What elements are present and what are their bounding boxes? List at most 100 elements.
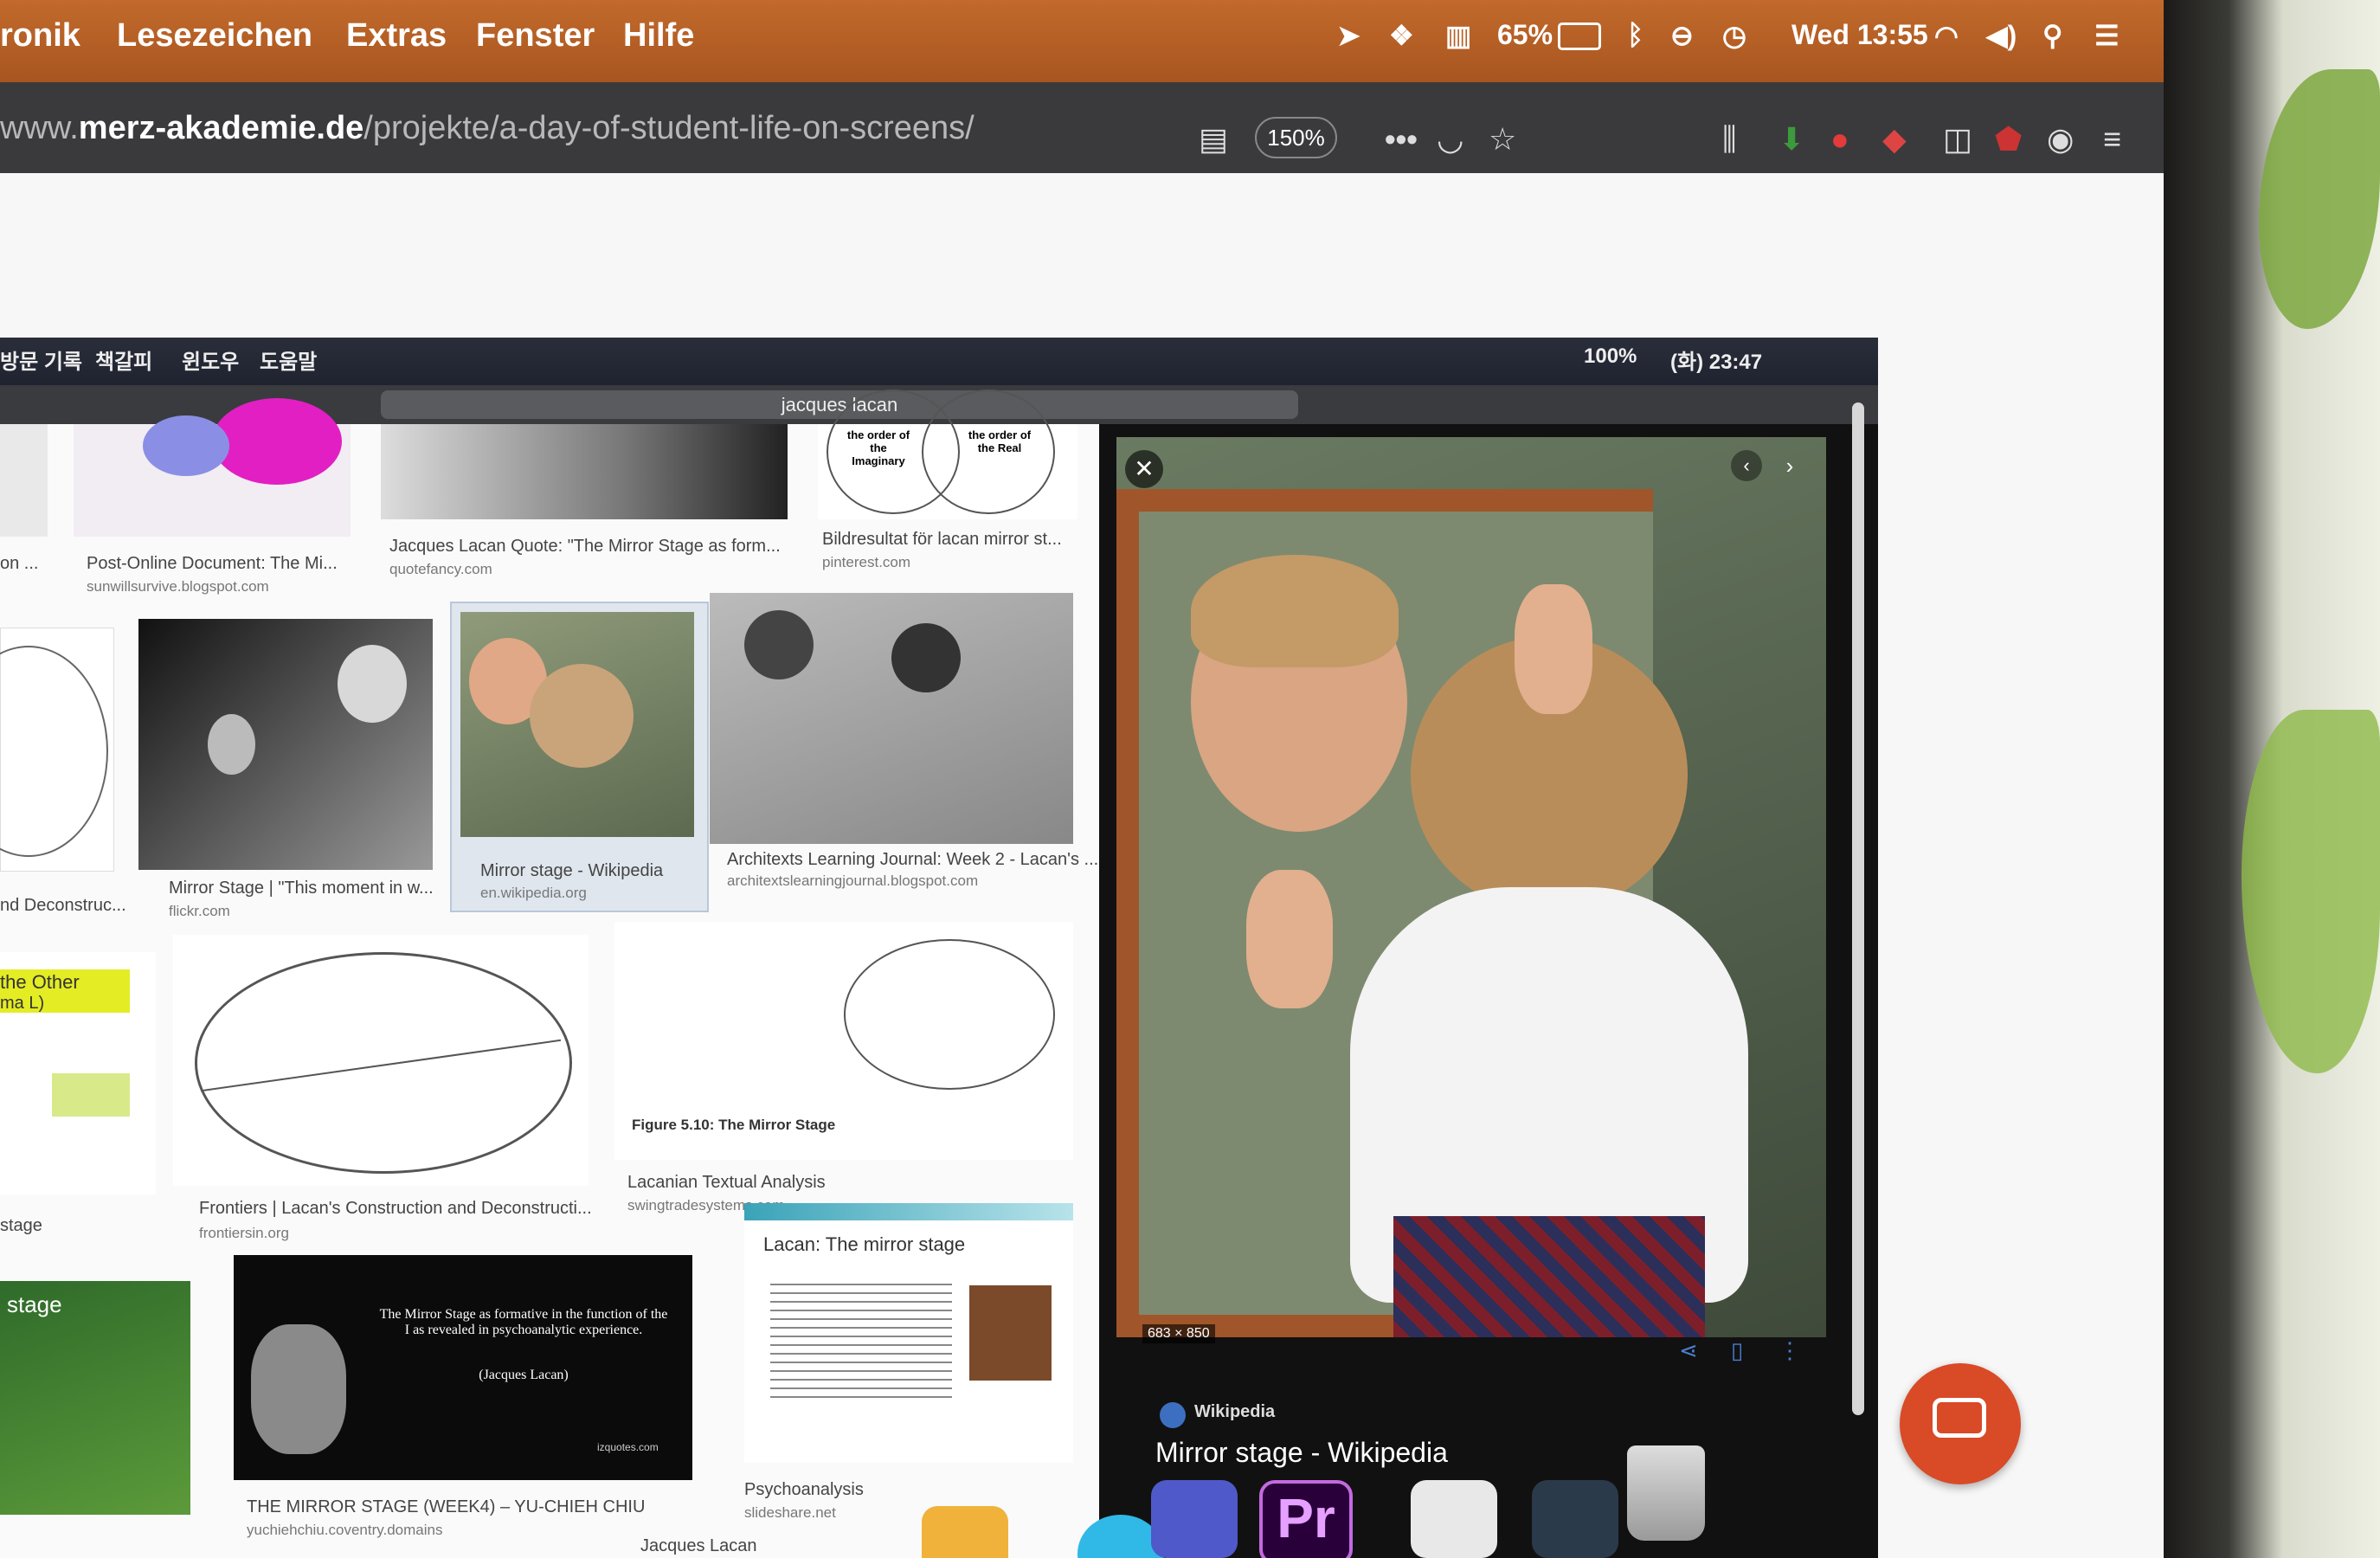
reflection-hair xyxy=(1191,555,1399,667)
preview-image[interactable]: ✕ ‹ › xyxy=(1116,437,1826,1337)
result-thumb[interactable] xyxy=(381,424,788,519)
result-caption[interactable]: Post-Online Document: The Mi... xyxy=(87,554,338,574)
result-source[interactable]: yuchiehchiu.coventry.domains xyxy=(247,1522,442,1539)
menu-item-history[interactable]: ronik xyxy=(0,17,80,55)
result-caption[interactable]: Frontiers | Lacan's Construction and Dec… xyxy=(199,1199,592,1219)
reader-view-icon[interactable]: ▤ xyxy=(1199,121,1228,158)
result-caption[interactable]: on ... xyxy=(0,554,38,574)
result-thumb[interactable] xyxy=(138,619,433,870)
battery-percent[interactable]: 65% xyxy=(1497,19,1553,51)
do-not-disturb-icon[interactable]: ⊖ xyxy=(1670,19,1694,52)
result-source[interactable]: en.wikipedia.org xyxy=(480,885,587,902)
result-source[interactable]: pinterest.com xyxy=(822,554,910,571)
result-caption[interactable]: nd Deconstruc... xyxy=(0,896,126,916)
chat-button[interactable] xyxy=(1900,1363,2021,1484)
quote-author: (Jacques Lacan) xyxy=(479,1368,569,1382)
result-caption[interactable]: Mirror stage - Wikipedia xyxy=(480,861,663,881)
result-caption-peek[interactable]: Jacques Lacan xyxy=(640,1536,757,1556)
account-icon[interactable]: ◉ xyxy=(2047,121,2074,158)
dock-app-document[interactable] xyxy=(1411,1480,1497,1558)
thumb-label-stage: stage xyxy=(7,1291,62,1317)
download-icon[interactable]: ⬇ xyxy=(1779,121,1804,158)
volume-icon[interactable]: ◀) xyxy=(1986,19,2017,52)
dock-app-teams[interactable] xyxy=(1151,1480,1238,1558)
battery-widget-icon[interactable]: ▥ xyxy=(1445,19,1471,52)
viewer-title[interactable]: Mirror stage - Wikipedia xyxy=(1155,1437,1448,1469)
hamburger-menu-icon[interactable]: ≡ xyxy=(2103,121,2121,158)
result-caption[interactable]: THE MIRROR STAGE (WEEK4) – YU-CHIEH CHIU xyxy=(247,1497,645,1517)
pocket-icon[interactable]: ◡ xyxy=(1437,121,1463,158)
result-thumb-slide[interactable]: Lacan: The mirror stage xyxy=(744,1203,1073,1463)
venn-label-imaginary: the order of the Imaginary xyxy=(846,428,910,467)
location-icon[interactable]: ➤ xyxy=(1337,19,1360,52)
figure-caption-text: Figure 5.10: The Mirror Stage xyxy=(632,1117,836,1133)
result-source[interactable]: architextslearningjournal.blogspot.com xyxy=(727,872,978,890)
result-thumb-quote[interactable]: The Mirror Stage as formative in the fun… xyxy=(234,1255,692,1480)
previous-image-icon[interactable]: ‹ xyxy=(1731,450,1762,481)
sidebar-icon[interactable]: ◫ xyxy=(1943,121,1972,158)
result-caption[interactable]: Mirror Stage | "This moment in w... xyxy=(169,879,434,898)
result-thumb[interactable] xyxy=(0,424,48,537)
result-thumb[interactable] xyxy=(0,628,114,872)
inner-menu-help: 도움말 xyxy=(260,351,318,374)
dock-app-notes[interactable] xyxy=(922,1506,1008,1558)
menu-item-window[interactable]: Fenster xyxy=(476,17,595,55)
spotlight-icon[interactable]: ⚲ xyxy=(2042,19,2062,52)
result-caption[interactable]: Lacanian Textual Analysis xyxy=(627,1173,826,1193)
result-source[interactable]: quotefancy.com xyxy=(389,561,492,578)
time-machine-icon[interactable]: ◷ xyxy=(1722,19,1746,52)
result-thumb-other[interactable]: the Other ma L) xyxy=(0,952,156,1194)
result-caption[interactable]: Jacques Lacan Quote: "The Mirror Stage a… xyxy=(389,537,781,557)
clock[interactable]: Wed 13:55 xyxy=(1791,19,1928,51)
wifi-icon[interactable]: ◠ xyxy=(1934,19,1959,52)
ublock-icon[interactable]: ⬟ xyxy=(1995,121,2022,158)
dock-app-screen[interactable] xyxy=(1532,1480,1618,1558)
bluetooth-icon[interactable]: ᛒ xyxy=(1627,19,1643,51)
scrollbar[interactable] xyxy=(1852,402,1864,1415)
baby-hand-left xyxy=(1246,870,1333,1008)
slide-title: Lacan: The mirror stage xyxy=(763,1233,966,1255)
dropbox-icon[interactable]: ❖ xyxy=(1389,19,1414,52)
result-caption[interactable]: stage xyxy=(0,1216,42,1236)
viewer-source[interactable]: Wikipedia xyxy=(1194,1402,1275,1422)
menu-item-help[interactable]: Hilfe xyxy=(623,17,694,55)
menu-item-extras[interactable]: Extras xyxy=(346,17,447,55)
share-icon[interactable]: ⋖ xyxy=(1679,1337,1698,1364)
result-thumb[interactable] xyxy=(74,398,351,537)
result-thumb-figure[interactable]: Figure 5.10: The Mirror Stage xyxy=(614,922,1073,1160)
image-dimensions-label: 683 × 850 xyxy=(1142,1324,1215,1343)
result-thumb-venn[interactable]: the order of the Imaginary the order of … xyxy=(818,390,1077,519)
baby-hand-right xyxy=(1515,584,1592,714)
chat-bubble-icon xyxy=(1933,1398,1986,1438)
battery-icon[interactable] xyxy=(1558,23,1601,50)
result-thumb-green[interactable]: stage xyxy=(0,1281,190,1515)
inner-battery: 100% xyxy=(1584,344,1637,368)
result-thumb[interactable] xyxy=(710,593,1073,844)
venn-label-real: the order of the Real xyxy=(968,428,1032,454)
notification-center-icon[interactable]: ☰ xyxy=(2094,19,2119,52)
baby-pants xyxy=(1393,1216,1705,1337)
bookmark-star-icon[interactable]: ☆ xyxy=(1489,121,1516,158)
trash-icon[interactable] xyxy=(1627,1445,1705,1541)
menu-bar: ronik Lesezeichen Extras Fenster Hilfe ➤… xyxy=(0,0,2164,82)
result-caption[interactable]: Bildresultat för lacan mirror st... xyxy=(822,530,1062,550)
menu-item-bookmarks[interactable]: Lesezeichen xyxy=(117,17,312,55)
page-actions-menu[interactable]: ••• xyxy=(1385,121,1418,158)
result-caption[interactable]: Architexts Learning Journal: Week 2 - La… xyxy=(727,850,1098,870)
close-icon[interactable]: ✕ xyxy=(1125,450,1163,488)
result-source[interactable]: frontiersin.org xyxy=(199,1225,289,1242)
dock: Pr xyxy=(779,1445,1757,1558)
next-image-icon[interactable]: › xyxy=(1774,450,1805,481)
zoom-level-button[interactable]: 150% xyxy=(1255,117,1337,158)
result-thumb-mirror-diagram[interactable] xyxy=(173,935,589,1186)
library-icon[interactable]: ⫼ xyxy=(1722,121,1737,158)
adblock-icon[interactable]: ● xyxy=(1830,121,1849,158)
url-field[interactable]: www.merz-akademie.de/projekte/a-day-of-s… xyxy=(0,110,975,147)
extension-icon[interactable]: ◆ xyxy=(1882,121,1907,158)
more-options-icon[interactable]: ⋮ xyxy=(1779,1337,1801,1364)
result-source[interactable]: sunwillsurvive.blogspot.com xyxy=(87,578,269,596)
result-source[interactable]: flickr.com xyxy=(169,903,230,920)
dock-app-premiere[interactable]: Pr xyxy=(1259,1480,1353,1558)
save-icon[interactable]: ▯ xyxy=(1731,1337,1743,1364)
screen: ronik Lesezeichen Extras Fenster Hilfe ➤… xyxy=(0,0,2164,1558)
